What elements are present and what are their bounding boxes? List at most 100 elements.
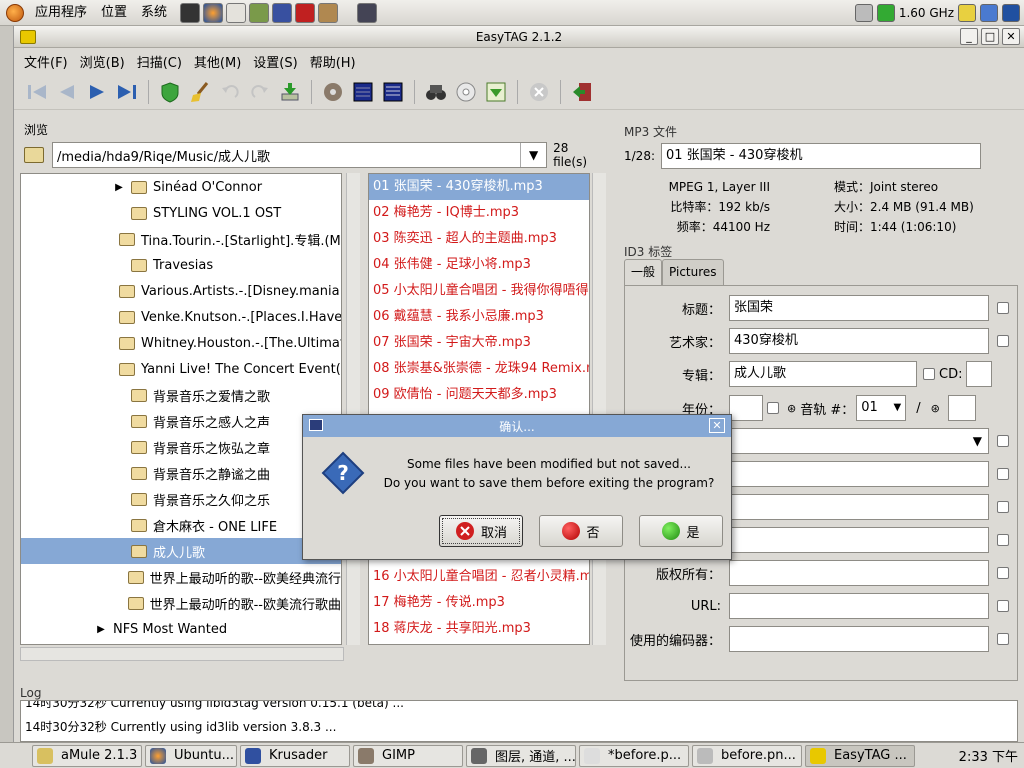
- menu-settings[interactable]: 设置(S): [247, 52, 303, 71]
- orig-artist-checkbox[interactable]: [997, 534, 1009, 546]
- tree-scrollbar[interactable]: [346, 173, 360, 645]
- filename-input[interactable]: 01 张国荣 - 430穿梭机: [661, 143, 981, 169]
- copyright-field[interactable]: [729, 560, 989, 586]
- album-field[interactable]: 成人儿歌: [729, 361, 917, 387]
- tree-row[interactable]: 背景音乐之静谧之曲: [21, 460, 341, 486]
- system-menu[interactable]: 系统: [134, 0, 174, 26]
- file-row[interactable]: 08 张崇基&张崇德 - 龙珠94 Remix.n: [369, 356, 589, 382]
- task-easytag[interactable]: EasyTAG ...: [805, 744, 915, 767]
- applications-menu[interactable]: 应用程序: [28, 0, 94, 26]
- dialog-close-icon[interactable]: ✕: [709, 418, 725, 433]
- file-row[interactable]: 07 张国荣 - 宇宙大帝.mp3: [369, 330, 589, 356]
- tree-row[interactable]: Yanni Live! The Concert Event(3: [21, 356, 341, 382]
- open-folder-icon[interactable]: [24, 147, 44, 163]
- search-binoculars-icon[interactable]: [423, 79, 449, 105]
- task-ubuntu[interactable]: Ubuntu...: [145, 744, 237, 767]
- next-file-icon[interactable]: [84, 79, 110, 105]
- path-combo[interactable]: /media/hda9/Riqe/Music/成人儿歌 ▼: [51, 142, 548, 168]
- file-row[interactable]: 17 梅艳芳 - 传说.mp3: [369, 590, 589, 616]
- monitor-launcher-icon[interactable]: [357, 2, 378, 23]
- task-gimp[interactable]: GIMP: [353, 744, 463, 767]
- redo-icon[interactable]: [247, 79, 273, 105]
- ubuntu-logo-icon[interactable]: [6, 3, 24, 22]
- playlist-icon[interactable]: [483, 79, 509, 105]
- tab-general[interactable]: 一般: [624, 259, 663, 285]
- file-row[interactable]: 05 小太阳儿童合唱团 - 我得你得唔得: [369, 278, 589, 304]
- comment-checkbox[interactable]: [997, 468, 1009, 480]
- books-launcher-icon[interactable]: [249, 2, 270, 23]
- file-row[interactable]: 06 戴蕴慧 - 我系小忌廉.mp3: [369, 304, 589, 330]
- task-layers[interactable]: 图层, 通道, ...: [466, 744, 576, 767]
- artist-checkbox[interactable]: [997, 335, 1009, 347]
- window-titlebar[interactable]: EasyTAG 2.1.2 _ □ ✕: [14, 26, 1024, 48]
- url-checkbox[interactable]: [997, 600, 1009, 612]
- file-row[interactable]: 03 陈奕迅 - 超人的主题曲.mp3: [369, 226, 589, 252]
- tree-row[interactable]: 背景音乐之感人之声: [21, 408, 341, 434]
- stop-icon[interactable]: [526, 79, 552, 105]
- yes-button[interactable]: 是: [639, 515, 723, 547]
- task-before-png[interactable]: before.pn...: [692, 744, 802, 767]
- save-icon[interactable]: [277, 79, 303, 105]
- expander-icon[interactable]: ▶: [113, 182, 125, 193]
- scan-files-icon[interactable]: [157, 79, 183, 105]
- menu-misc[interactable]: 其他(M): [188, 52, 247, 71]
- track-sequence-icon[interactable]: ⊛: [787, 402, 796, 415]
- task-amule[interactable]: aMule 2.1.3: [32, 744, 142, 767]
- tree-row[interactable]: 世界上最动听的歌--欧美流行歌曲: [21, 590, 341, 616]
- menu-browse[interactable]: 浏览(B): [74, 52, 131, 71]
- chevron-down-icon[interactable]: ▼: [894, 396, 902, 420]
- pointer-launcher-icon[interactable]: [272, 2, 293, 23]
- maximize-button[interactable]: □: [981, 28, 999, 45]
- year-field[interactable]: [729, 395, 763, 421]
- artist-field[interactable]: 430穿梭机: [729, 328, 989, 354]
- previous-file-icon[interactable]: [54, 79, 80, 105]
- menu-file[interactable]: 文件(F): [18, 52, 74, 71]
- file-row[interactable]: 18 蒋庆龙 - 共享阳光.mp3: [369, 616, 589, 642]
- comment-field[interactable]: [729, 461, 989, 487]
- file-list[interactable]: 01 张国荣 - 430穿梭机.mp3 02 梅艳芳 - IQ博士.mp3 03 陈…: [368, 173, 590, 645]
- chevron-down-icon[interactable]: ▼: [973, 429, 982, 453]
- orig-artist-field[interactable]: [729, 527, 989, 553]
- title-field[interactable]: 张国荣: [729, 295, 989, 321]
- title-checkbox[interactable]: [997, 302, 1009, 314]
- terminal-launcher-icon[interactable]: [180, 2, 201, 23]
- first-file-icon[interactable]: [24, 79, 50, 105]
- tab-pictures[interactable]: Pictures: [662, 259, 724, 285]
- file-row[interactable]: 04 张伟健 - 足球小将.mp3: [369, 252, 589, 278]
- last-file-icon[interactable]: [114, 79, 140, 105]
- cddb-icon[interactable]: [320, 79, 346, 105]
- log-box[interactable]: 14时30分32秒 Currently using libid3tag vers…: [20, 700, 1018, 742]
- clock[interactable]: 2:33 下午: [959, 746, 1024, 765]
- genre-combo[interactable]: ▼: [729, 428, 989, 454]
- track-combo[interactable]: 01 ▼: [856, 395, 907, 421]
- tree-row[interactable]: 背景音乐之恢弘之章: [21, 434, 341, 460]
- tree-row[interactable]: STYLING VOL.1 OST: [21, 200, 341, 226]
- task-before-edit[interactable]: *before.p...: [579, 744, 689, 767]
- tree-row[interactable]: Tina.Tourin.-.[Starlight].专辑.(MP: [21, 226, 341, 252]
- clean-tags-icon[interactable]: [187, 79, 213, 105]
- cancel-button[interactable]: 取消: [439, 515, 523, 547]
- track-total-field[interactable]: [947, 395, 976, 421]
- minimize-button[interactable]: _: [960, 28, 978, 45]
- composer-field[interactable]: [729, 494, 989, 520]
- no-button[interactable]: 否: [539, 515, 623, 547]
- mail-launcher-icon[interactable]: [226, 2, 247, 23]
- file-row[interactable]: 09 欧倩怡 - 问题天天都多.mp3: [369, 382, 589, 408]
- menu-scan[interactable]: 扫描(C): [131, 52, 188, 71]
- places-menu[interactable]: 位置: [94, 0, 134, 26]
- undo-icon[interactable]: [217, 79, 243, 105]
- track-total-icon[interactable]: ⊛: [931, 402, 940, 415]
- task-krusader[interactable]: Krusader: [240, 744, 350, 767]
- tree-row[interactable]: Travesias: [21, 252, 341, 278]
- checklist-launcher-icon[interactable]: [295, 2, 316, 23]
- encoder-checkbox[interactable]: [997, 633, 1009, 645]
- printer-icon[interactable]: [854, 3, 873, 22]
- tree-row[interactable]: 成人儿歌: [21, 538, 341, 564]
- composer-checkbox[interactable]: [997, 501, 1009, 513]
- updates-icon[interactable]: [1002, 3, 1020, 22]
- menu-help[interactable]: 帮助(H): [304, 52, 362, 71]
- tree-row[interactable]: Various.Artists.-.[Disney.mania.5: [21, 278, 341, 304]
- tree-row[interactable]: 倉木麻衣 - ONE LIFE: [21, 512, 341, 538]
- close-button[interactable]: ✕: [1002, 28, 1020, 45]
- gimp-launcher-icon[interactable]: [318, 2, 339, 23]
